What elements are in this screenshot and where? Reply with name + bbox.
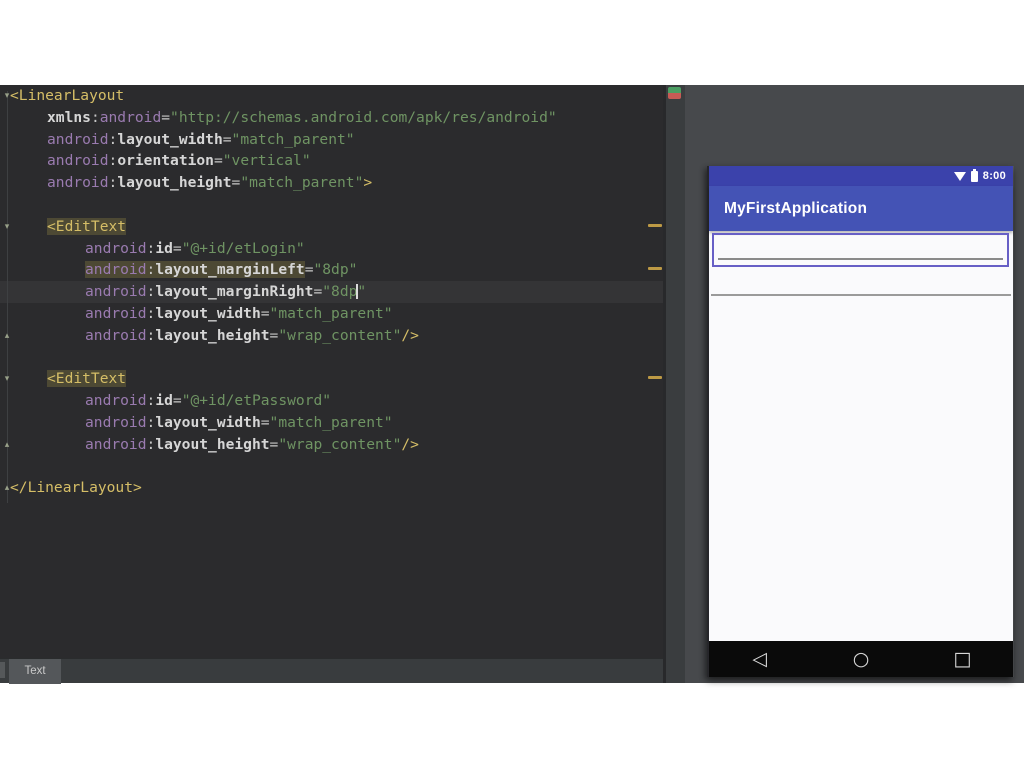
device-app-bar: MyFirstApplication <box>709 186 1013 231</box>
code-line[interactable]: android:layout_width="match_parent" <box>0 303 663 325</box>
fold-collapse-icon[interactable]: ▾ <box>1 373 13 385</box>
code-area[interactable]: <LinearLayoutxmlns:android="http://schem… <box>0 85 663 658</box>
code-line[interactable]: xmlns:android="http://schemas.android.co… <box>0 107 663 129</box>
code-line[interactable]: android:id="@+id/etLogin" <box>0 238 663 260</box>
palette-icon <box>668 87 681 99</box>
code-line[interactable] <box>0 347 663 369</box>
code-line[interactable]: </LinearLayout> <box>0 477 663 499</box>
status-time: 8:00 <box>983 170 1006 182</box>
layout-preview-panel: 8:00 MyFirstApplication ◁ ○ □ <box>663 85 1024 683</box>
battery-icon <box>971 171 978 182</box>
occurrence-marker[interactable] <box>648 224 662 227</box>
code-line[interactable]: android:layout_width="match_parent" <box>0 129 663 151</box>
device-screen[interactable] <box>709 231 1013 641</box>
preview-gutter-strip <box>666 85 685 683</box>
code-line[interactable]: android:layout_height="wrap_content"/> <box>0 325 663 347</box>
code-line[interactable] <box>0 456 663 478</box>
occurrence-marker[interactable] <box>648 267 662 270</box>
fold-collapse-icon[interactable]: ▾ <box>1 221 13 233</box>
code-line[interactable]: android:layout_marginRight="8dp" <box>0 281 663 303</box>
home-icon: ○ <box>810 641 911 677</box>
edittext-etlogin[interactable] <box>712 233 1009 267</box>
fold-expand-icon[interactable]: ▴ <box>1 439 13 451</box>
code-line[interactable]: <EditText <box>0 216 663 238</box>
editor-scrollbar[interactable] <box>647 85 663 658</box>
code-line[interactable]: <LinearLayout <box>0 85 663 107</box>
code-line[interactable]: android:layout_height="wrap_content"/> <box>0 434 663 456</box>
code-line[interactable]: android:layout_marginLeft="8dp" <box>0 259 663 281</box>
xml-code-editor[interactable]: <LinearLayoutxmlns:android="http://schem… <box>0 85 663 658</box>
occurrence-marker[interactable] <box>648 376 662 379</box>
code-line[interactable]: <EditText <box>0 368 663 390</box>
edittext-underline <box>718 258 1003 260</box>
editor-gutter: ▾ ▾ ▴ ▾ ▴ ▴ <box>0 85 14 658</box>
android-studio-window: <LinearLayoutxmlns:android="http://schem… <box>0 85 1024 683</box>
app-title: MyFirstApplication <box>724 200 867 218</box>
code-line[interactable]: android:layout_width="match_parent" <box>0 412 663 434</box>
code-line[interactable]: android:layout_height="match_parent"> <box>0 172 663 194</box>
device-status-bar: 8:00 <box>709 166 1013 186</box>
fold-collapse-icon[interactable]: ▾ <box>1 90 13 102</box>
code-line[interactable]: android:id="@+id/etPassword" <box>0 390 663 412</box>
tab-text[interactable]: Text <box>9 659 61 684</box>
tab-strip-sliver <box>0 662 5 678</box>
recents-icon: □ <box>912 641 1013 677</box>
code-line[interactable]: android:orientation="vertical" <box>0 150 663 172</box>
device-preview-frame[interactable]: 8:00 MyFirstApplication ◁ ○ □ <box>707 166 1013 677</box>
code-line[interactable] <box>0 194 663 216</box>
back-icon: ◁ <box>709 641 810 677</box>
tab-text-label: Text <box>24 665 45 677</box>
edittext-etpassword[interactable] <box>711 294 1011 296</box>
editor-tab-strip: Text <box>0 658 663 683</box>
fold-expand-icon[interactable]: ▴ <box>1 482 13 494</box>
wifi-icon <box>954 172 966 181</box>
fold-expand-icon[interactable]: ▴ <box>1 330 13 342</box>
device-nav-bar: ◁ ○ □ <box>709 641 1013 677</box>
